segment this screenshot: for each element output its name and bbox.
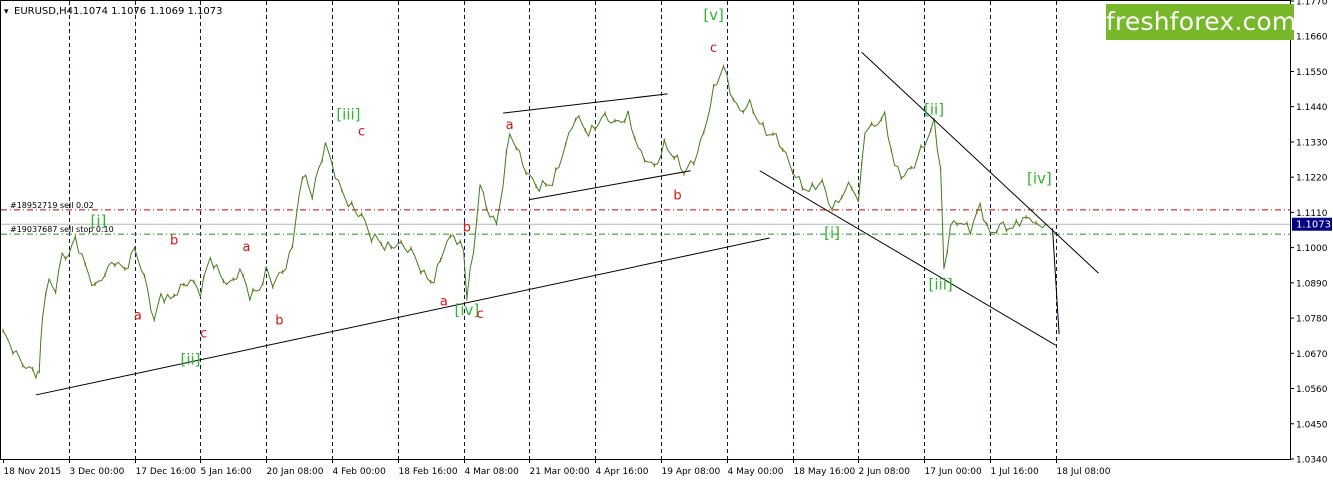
chart-header: ▾ EURUSD,H4 1.1074 1.1076 1.1069 1.1073 — [4, 6, 223, 17]
wave-label-major: [iii] — [336, 106, 360, 124]
wave-label-minor: a — [506, 118, 514, 133]
trend-line — [503, 93, 668, 114]
y-tick-label: 1.1110 — [1296, 209, 1328, 219]
y-tick-label: 1.1330 — [1296, 138, 1328, 148]
chart-area[interactable]: #18952719 sell 0.02 #19037687 sell stop 0… — [0, 0, 1333, 482]
wave-label-minor: b — [463, 221, 471, 236]
ohlc-label: 1.1074 1.1076 1.1069 1.1073 — [73, 6, 223, 17]
x-tick-label: 20 Jan 08:00 — [267, 467, 324, 477]
x-tick-label: 2 Jun 08:00 — [859, 467, 911, 477]
x-tick-label: 4 May 00:00 — [728, 467, 784, 477]
wave-label-minor: b — [275, 313, 283, 328]
trend-line — [759, 170, 1057, 346]
y-tick-label: 1.1440 — [1296, 103, 1328, 113]
wave-label-major: [v] — [703, 6, 724, 24]
price-axis[interactable]: 1.1770 1.1660 1.1550 1.1440 1.1330 1.1220 1.11… — [1290, 0, 1328, 466]
current-price-tag: 1.1073 — [1292, 217, 1332, 231]
x-tick-label: 4 Apr 16:00 — [596, 467, 649, 477]
wave-label-major: [ii] — [924, 101, 944, 119]
y-tick-label: 1.0340 — [1296, 456, 1328, 466]
trend-line — [861, 51, 1099, 274]
price-chart[interactable]: #18952719 sell 0.02#19037687 sell stop 0… — [0, 0, 1333, 482]
x-tick-label: 3 Dec 00:00 — [70, 467, 125, 477]
wave-label-minor: c — [476, 307, 483, 322]
x-tick-label: 21 Mar 00:00 — [530, 467, 590, 477]
wave-label-major: [i] — [824, 224, 840, 242]
plot-frame — [0, 0, 1291, 460]
price-series — [2, 64, 1047, 380]
x-tick-label: 17 Jun 00:00 — [925, 467, 982, 477]
wave-labels: [i][ii][iii][iv][v][i][ii][iii][iv]abcab… — [90, 6, 1051, 368]
x-tick-label: 18 Nov 2015 — [4, 467, 62, 477]
x-tick-label: 19 Apr 08:00 — [662, 467, 721, 477]
y-tick-label: 1.1770 — [1296, 0, 1328, 8]
trend-line — [35, 237, 770, 396]
trend-line — [1052, 228, 1060, 335]
current-price-label: 1.1073 — [1296, 220, 1331, 231]
wave-label-minor: c — [710, 41, 717, 56]
x-tick-label: 5 Jan 16:00 — [201, 467, 253, 477]
wave-label-minor: a — [134, 309, 142, 324]
y-tick-label: 1.0780 — [1296, 315, 1328, 325]
wave-label-major: [i] — [90, 212, 106, 230]
wave-label-major: [ii] — [181, 351, 201, 369]
price-line — [2, 65, 1047, 380]
wave-label-minor: a — [440, 294, 448, 309]
trend-line — [529, 170, 691, 201]
x-tick-label: 4 Mar 08:00 — [465, 467, 520, 477]
wave-label-major: [iv] — [1027, 170, 1052, 188]
y-tick-label: 1.1660 — [1296, 33, 1328, 43]
symbol-icon: ▾ — [4, 7, 9, 17]
wave-label-minor: c — [200, 326, 207, 341]
time-axis[interactable]: 18 Nov 2015 3 Dec 00:00 17 Dec 16:00 5 Jan … — [3, 459, 1111, 477]
y-tick-label: 1.0670 — [1296, 350, 1328, 360]
wave-label-minor: c — [358, 125, 365, 140]
y-tick-label: 1.0450 — [1296, 420, 1328, 430]
x-tick-label: 4 Feb 00:00 — [333, 467, 387, 477]
brand-logo: freshforex.com — [1106, 4, 1296, 40]
symbol-label: EURUSD,H4 — [14, 6, 73, 17]
y-tick-label: 1.0890 — [1296, 279, 1328, 289]
wave-label-minor: b — [170, 233, 178, 248]
x-tick-label: 18 May 16:00 — [794, 467, 856, 477]
y-tick-label: 1.0560 — [1296, 385, 1328, 395]
y-tick-label: 1.1550 — [1296, 68, 1328, 78]
y-tick-label: 1.1220 — [1296, 174, 1328, 184]
wave-label-major: [iii] — [929, 275, 953, 293]
x-tick-label: 18 Feb 16:00 — [399, 467, 458, 477]
order-lines: #18952719 sell 0.02#19037687 sell stop 0… — [1, 201, 1290, 235]
grid — [69, 1, 1057, 459]
x-tick-label: 17 Dec 16:00 — [136, 467, 197, 477]
order-line-label: #18952719 sell 0.02 — [10, 201, 94, 210]
x-tick-label: 1 Jul 16:00 — [991, 467, 1040, 477]
wave-label-minor: a — [242, 240, 250, 255]
y-tick-label: 1.1000 — [1296, 244, 1328, 254]
wave-label-minor: b — [673, 189, 681, 204]
x-tick-label: 18 Jul 08:00 — [1057, 467, 1111, 477]
